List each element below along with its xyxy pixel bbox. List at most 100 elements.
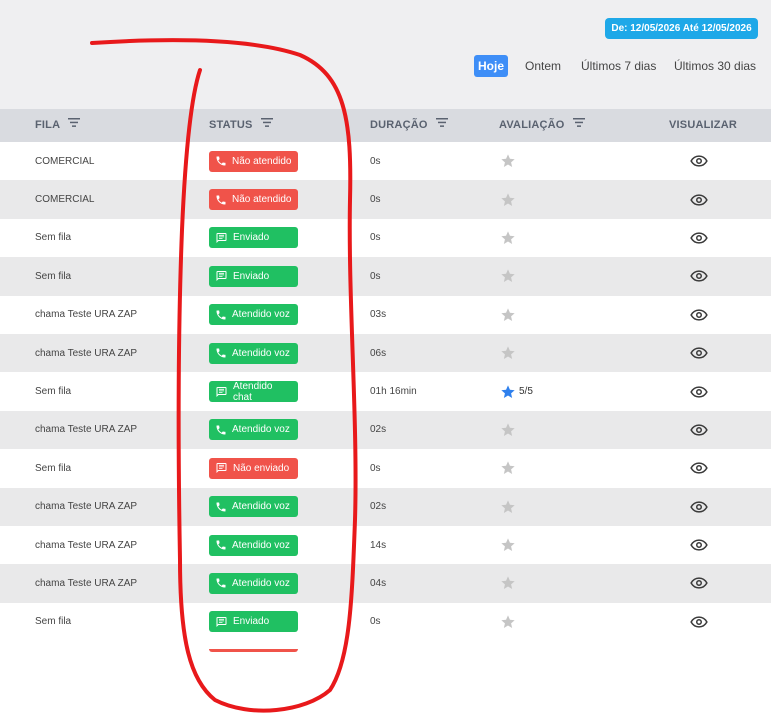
duracao-cell: 0s [370, 270, 381, 282]
eye-icon[interactable] [690, 385, 708, 398]
status-label: Atendido chat [233, 380, 273, 403]
fila-cell: chama Teste URA ZAP [35, 424, 138, 436]
eye-icon[interactable] [690, 577, 708, 590]
status-badge: Atendido voz [209, 572, 298, 594]
chat-message-icon [215, 386, 233, 398]
status-label: Não atendido [232, 155, 292, 167]
status-cell: Atendido voz [209, 564, 298, 602]
status-cell: Enviado [209, 257, 298, 295]
status-label: Enviado [233, 616, 270, 628]
table-row[interactable]: Sem fila Enviado 0s [0, 218, 771, 258]
view-button[interactable] [690, 257, 708, 295]
eye-icon[interactable] [690, 193, 708, 206]
status-badge: Atendido voz [209, 342, 298, 364]
table-row[interactable]: Sem fila Atendido chat 01h 16min 5/5 [0, 372, 771, 411]
table-row[interactable]: chama Teste URA ZAP Atendido voz 02s [0, 410, 771, 450]
status-cell: Atendido voz [209, 334, 298, 372]
table-row[interactable]: COMERCIAL Não atendido 0s [0, 180, 771, 219]
status-cell: Não enviado [209, 449, 298, 487]
eye-icon[interactable] [690, 347, 708, 359]
avaliacao-cell [500, 488, 519, 526]
eye-icon[interactable] [690, 424, 708, 436]
status-cell: Não atendido [209, 142, 298, 180]
eye-icon[interactable] [690, 462, 708, 474]
star-icon [500, 422, 519, 438]
status-cell: Atendido voz [209, 488, 298, 526]
eye-icon[interactable] [690, 501, 708, 513]
view-button[interactable] [690, 564, 708, 602]
filter-lines-icon[interactable] [68, 108, 81, 141]
status-label: Enviado [233, 232, 270, 244]
phone-icon [215, 309, 232, 321]
status-label: Atendido voz [232, 424, 290, 436]
view-button[interactable] [690, 219, 708, 257]
fila-cell: COMERCIAL [35, 194, 95, 206]
view-button[interactable] [690, 603, 708, 641]
table-row[interactable]: Sem fila Não enviado 0s [0, 449, 771, 488]
status-cell: Enviado [209, 219, 298, 257]
column-status-label: STATUS [209, 119, 253, 131]
duracao-cell: 0s [370, 155, 381, 167]
star-icon [500, 614, 519, 630]
tab-ultimos-30-dias[interactable]: Últimos 30 dias [674, 55, 756, 77]
column-avaliacao[interactable]: AVALIAÇÃO [499, 109, 585, 142]
avaliacao-cell [500, 296, 519, 334]
column-fila-label: FILA [35, 119, 60, 131]
tab-ontem[interactable]: Ontem [525, 55, 561, 77]
eye-icon[interactable] [690, 270, 708, 282]
eye-icon[interactable] [690, 155, 708, 167]
view-button[interactable] [690, 142, 708, 180]
status-badge: Enviado [209, 227, 298, 249]
avaliacao-cell [500, 564, 519, 602]
view-button[interactable] [690, 449, 708, 487]
star-icon [500, 153, 519, 169]
period-tabs: Hoje Ontem Últimos 7 dias Últimos 30 dia… [0, 55, 771, 77]
table-row[interactable]: chama Teste URA ZAP Atendido voz 04s [0, 564, 771, 603]
table-row[interactable]: chama Teste URA ZAP Atendido voz 02s [0, 487, 771, 526]
fila-cell: Sem fila [35, 616, 72, 628]
eye-icon[interactable] [690, 232, 708, 244]
eye-icon[interactable] [690, 309, 708, 321]
view-button[interactable] [690, 334, 708, 372]
status-badge: Não atendido [209, 189, 298, 211]
avaliacao-cell [500, 219, 519, 257]
table-row[interactable]: chama Teste URA ZAP Atendido voz 14s [0, 525, 771, 565]
view-button[interactable] [690, 526, 708, 564]
view-button[interactable] [690, 296, 708, 334]
chat-message-icon [215, 270, 233, 282]
status-badge: Atendido voz [209, 304, 298, 326]
tab-ultimos-7-dias[interactable]: Últimos 7 dias [581, 55, 656, 77]
view-button[interactable] [690, 372, 708, 410]
status-label: Não enviado [233, 462, 290, 474]
tab-hoje[interactable]: Hoje [474, 55, 508, 77]
duracao-cell: 01h 16min [370, 386, 417, 398]
avaliacao-cell [500, 257, 519, 295]
chat-message-icon [215, 232, 233, 244]
star-icon [500, 499, 519, 515]
rating-value: 5/5 [519, 386, 533, 398]
table-row[interactable]: chama Teste URA ZAP Atendido voz 03s [0, 295, 771, 334]
fila-cell: chama Teste URA ZAP [35, 309, 138, 321]
eye-icon[interactable] [690, 616, 708, 628]
table-body: COMERCIAL Não atendido 0s COMERCIAL Não aten… [0, 142, 771, 642]
star-icon [500, 345, 519, 361]
view-button[interactable] [690, 488, 708, 526]
view-button[interactable] [690, 180, 708, 218]
table-row[interactable]: Sem fila Enviado 0s [0, 602, 771, 642]
date-range-badge[interactable]: De: 12/05/2026 Até 12/05/2026 [605, 18, 758, 39]
table-row[interactable]: Sem fila Enviado 0s [0, 257, 771, 296]
table-row[interactable]: chama Teste URA ZAP Atendido voz 06s [0, 333, 771, 373]
eye-icon[interactable] [690, 539, 708, 551]
column-duracao[interactable]: DURAÇÃO [370, 109, 448, 142]
filter-lines-icon[interactable] [435, 108, 448, 141]
status-label: Atendido voz [232, 347, 290, 359]
filter-lines-icon[interactable] [572, 108, 585, 141]
avaliacao-cell [500, 526, 519, 564]
column-status[interactable]: STATUS [209, 109, 273, 142]
view-button[interactable] [690, 411, 708, 449]
column-duracao-label: DURAÇÃO [370, 119, 428, 131]
filter-lines-icon[interactable] [260, 108, 273, 141]
column-avaliacao-label: AVALIAÇÃO [499, 119, 565, 131]
table-row[interactable]: COMERCIAL Não atendido 0s [0, 142, 771, 181]
column-fila[interactable]: FILA [35, 108, 81, 142]
